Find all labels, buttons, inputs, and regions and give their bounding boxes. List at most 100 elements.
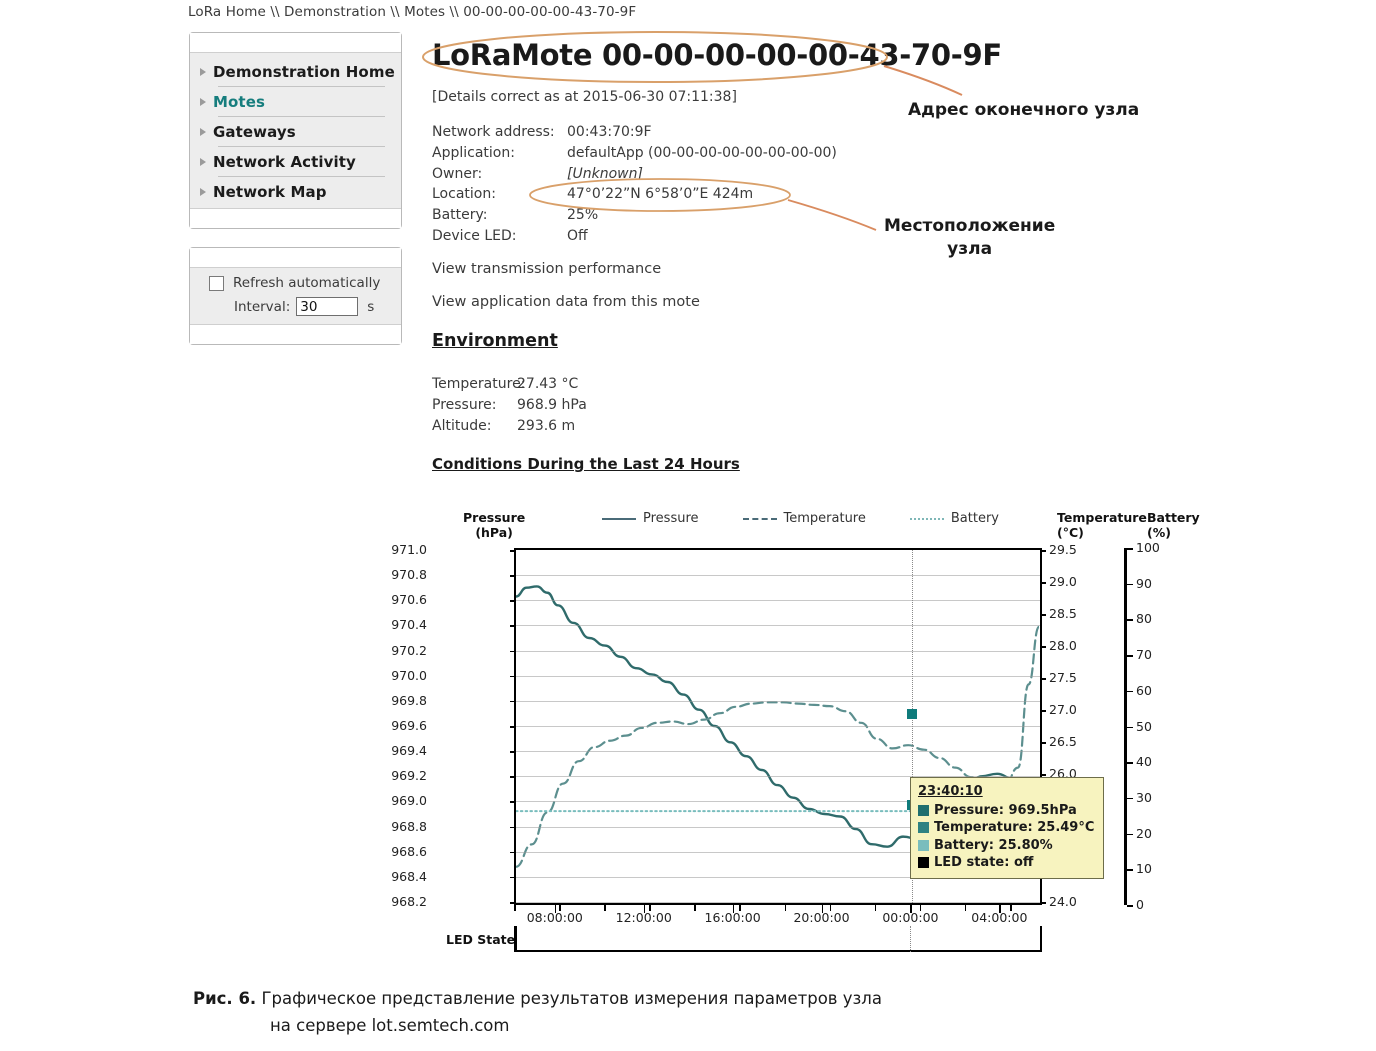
battery-tick-mark — [1127, 690, 1133, 693]
x-axis-minor-tick — [784, 905, 787, 911]
link-view-application-data[interactable]: View application data from this mote — [432, 294, 700, 310]
mote-details-list: Network address: 00:43:70:9F Application… — [432, 122, 837, 247]
env-row-altitude: Altitude: 293.6 m — [432, 416, 587, 437]
x-axis-minor-tick — [919, 905, 922, 911]
detail-key: Device LED: — [432, 227, 517, 244]
refresh-automatically-checkbox[interactable] — [209, 275, 224, 291]
figure-caption: Рис. 6. Графическое представление резуль… — [193, 985, 993, 1039]
panel-top-cap — [190, 33, 401, 53]
y-axis-tick-label: 971.0 — [391, 542, 427, 557]
tooltip-label: Temperature: 25.49°C — [934, 820, 1095, 835]
detail-row-owner: Owner: [Unknown] — [432, 164, 837, 185]
sidebar-item-motes[interactable]: Motes — [190, 87, 401, 116]
sidebar-item-gateways[interactable]: Gateways — [190, 117, 401, 146]
interval-unit: s — [367, 298, 375, 315]
temperature-tick-mark — [1040, 710, 1046, 712]
battery-tick-mark — [1127, 548, 1133, 550]
y-axis-tick-mark — [510, 625, 516, 628]
temperature-tick-label: 24.0 — [1049, 894, 1077, 909]
gridline — [516, 902, 1040, 903]
y-axis-tick-label: 970.4 — [391, 617, 427, 633]
y-axis-tick-mark — [510, 751, 516, 753]
detail-value: defaultApp (00-00-00-00-00-00-00-00) — [567, 144, 837, 161]
y-axis-tick-mark — [510, 826, 516, 829]
x-axis-minor-tick — [964, 905, 967, 911]
sidebar-item-network-map[interactable]: Network Map — [190, 177, 401, 206]
legend-label: Pressure — [643, 511, 699, 526]
battery-axis-unit: (%) — [1147, 525, 1171, 540]
conditions-heading: Conditions During the Last 24 Hours — [432, 455, 740, 473]
env-key: Temperature: — [432, 376, 526, 392]
page-title: LoRaMote 00-00-00-00-00-43-70-9F — [432, 38, 1002, 72]
gridline — [516, 650, 1040, 652]
sidebar-item-network-activity[interactable]: Network Activity — [190, 147, 401, 176]
battery-tick-label: 20 — [1136, 825, 1152, 841]
legend-item-pressure: Pressure — [602, 511, 699, 526]
battery-tick-mark — [1127, 583, 1133, 586]
x-axis-minor-tick — [559, 905, 561, 911]
y-axis-tick-label: 969.2 — [391, 768, 427, 784]
env-row-pressure: Pressure: 968.9 hPa — [432, 395, 587, 416]
env-key: Altitude: — [432, 417, 492, 434]
y-axis-tick-mark — [510, 902, 516, 904]
battery-tick-label: 100 — [1136, 540, 1160, 555]
y-axis-tick-mark — [510, 600, 516, 602]
legend-swatch-dashed-icon — [742, 517, 777, 520]
detail-value: 25% — [567, 207, 599, 224]
y-axis-tick-label: 970.2 — [391, 642, 427, 658]
tooltip-row-led: LED state: off — [918, 854, 1094, 872]
env-value: 293.6 m — [517, 417, 576, 434]
chevron-right-icon — [200, 157, 206, 166]
sidebar-item-demonstration-home[interactable]: Demonstration Home — [190, 57, 401, 86]
sidebar-nav-panel: Demonstration Home Motes Gateways Networ… — [189, 32, 402, 229]
caption-line-2: на сервере lot.semtech.com — [270, 1016, 510, 1035]
battery-tick-label: 10 — [1136, 861, 1152, 877]
chart-tooltip: 23:40:10 Pressure: 969.5hPa Temperature:… — [910, 777, 1105, 879]
x-axis-tick-mark — [999, 905, 1001, 913]
refresh-automatically-label: Refresh automatically — [233, 275, 381, 291]
temperature-tick-label: 28.0 — [1049, 638, 1077, 653]
y-axis-tick-label: 968.4 — [391, 868, 427, 884]
led-state-track — [514, 926, 1042, 952]
annotation-node-location: Местоположение узла — [884, 215, 1055, 261]
battery-axis-title: Battery (%) — [1147, 510, 1200, 540]
temperature-tick-label: 27.5 — [1049, 670, 1077, 685]
annotation-node-address: Адрес оконечного узла — [908, 100, 1140, 120]
interval-input[interactable] — [296, 297, 359, 316]
y-axis-tick-mark — [510, 650, 516, 653]
annotation-line-2: узла — [947, 239, 993, 259]
env-value: 968.9 hPa — [517, 396, 587, 413]
detail-value: 47°0’22”N 6°58’0”E 424m — [567, 186, 754, 203]
detail-key: Battery: — [432, 207, 488, 224]
detail-row-location: Location: 47°0’22”N 6°58’0”E 424m — [432, 184, 837, 205]
detail-key: Owner: — [432, 165, 483, 182]
refresh-body: Refresh automatically Interval: s — [190, 268, 401, 324]
y-axis-tick-mark — [510, 801, 516, 804]
battery-tick-label: 30 — [1136, 789, 1152, 805]
data-point-marker-pressure[interactable] — [907, 709, 918, 720]
sidebar-item-label: Network Map — [213, 182, 327, 201]
temperature-axis-title: Temperature (°C) — [1057, 510, 1147, 540]
y-axis-tick-label: 968.2 — [391, 894, 427, 909]
y-axis-tick-mark — [510, 675, 516, 678]
led-track-cap-right — [1039, 926, 1042, 952]
x-axis-minor-tick — [829, 905, 832, 911]
legend-swatch-solid-icon — [602, 517, 636, 520]
battery-tick-label: 0 — [1136, 897, 1144, 912]
y-axis-tick-label: 970.8 — [391, 567, 427, 583]
sidebar-nav-list: Demonstration Home Motes Gateways Networ… — [190, 53, 401, 208]
panel-bottom-cap — [190, 208, 401, 228]
x-axis-minor-tick — [514, 905, 516, 911]
environment-heading: Environment — [432, 331, 558, 351]
battery-tick-label: 70 — [1136, 647, 1152, 663]
x-axis-minor-tick — [604, 905, 606, 911]
chart-legend: Pressure Temperature Battery — [602, 511, 999, 526]
refresh-automatically-row[interactable]: Refresh automatically — [196, 275, 395, 291]
link-view-transmission-performance[interactable]: View transmission performance — [432, 261, 661, 277]
temperature-tick-mark — [1040, 646, 1046, 648]
detail-key: Location: — [432, 186, 496, 203]
x-axis-minor-tick — [874, 905, 877, 911]
y-axis-tick-mark — [510, 851, 516, 854]
gridline — [516, 675, 1040, 677]
legend-item-temperature: Temperature — [742, 511, 866, 526]
